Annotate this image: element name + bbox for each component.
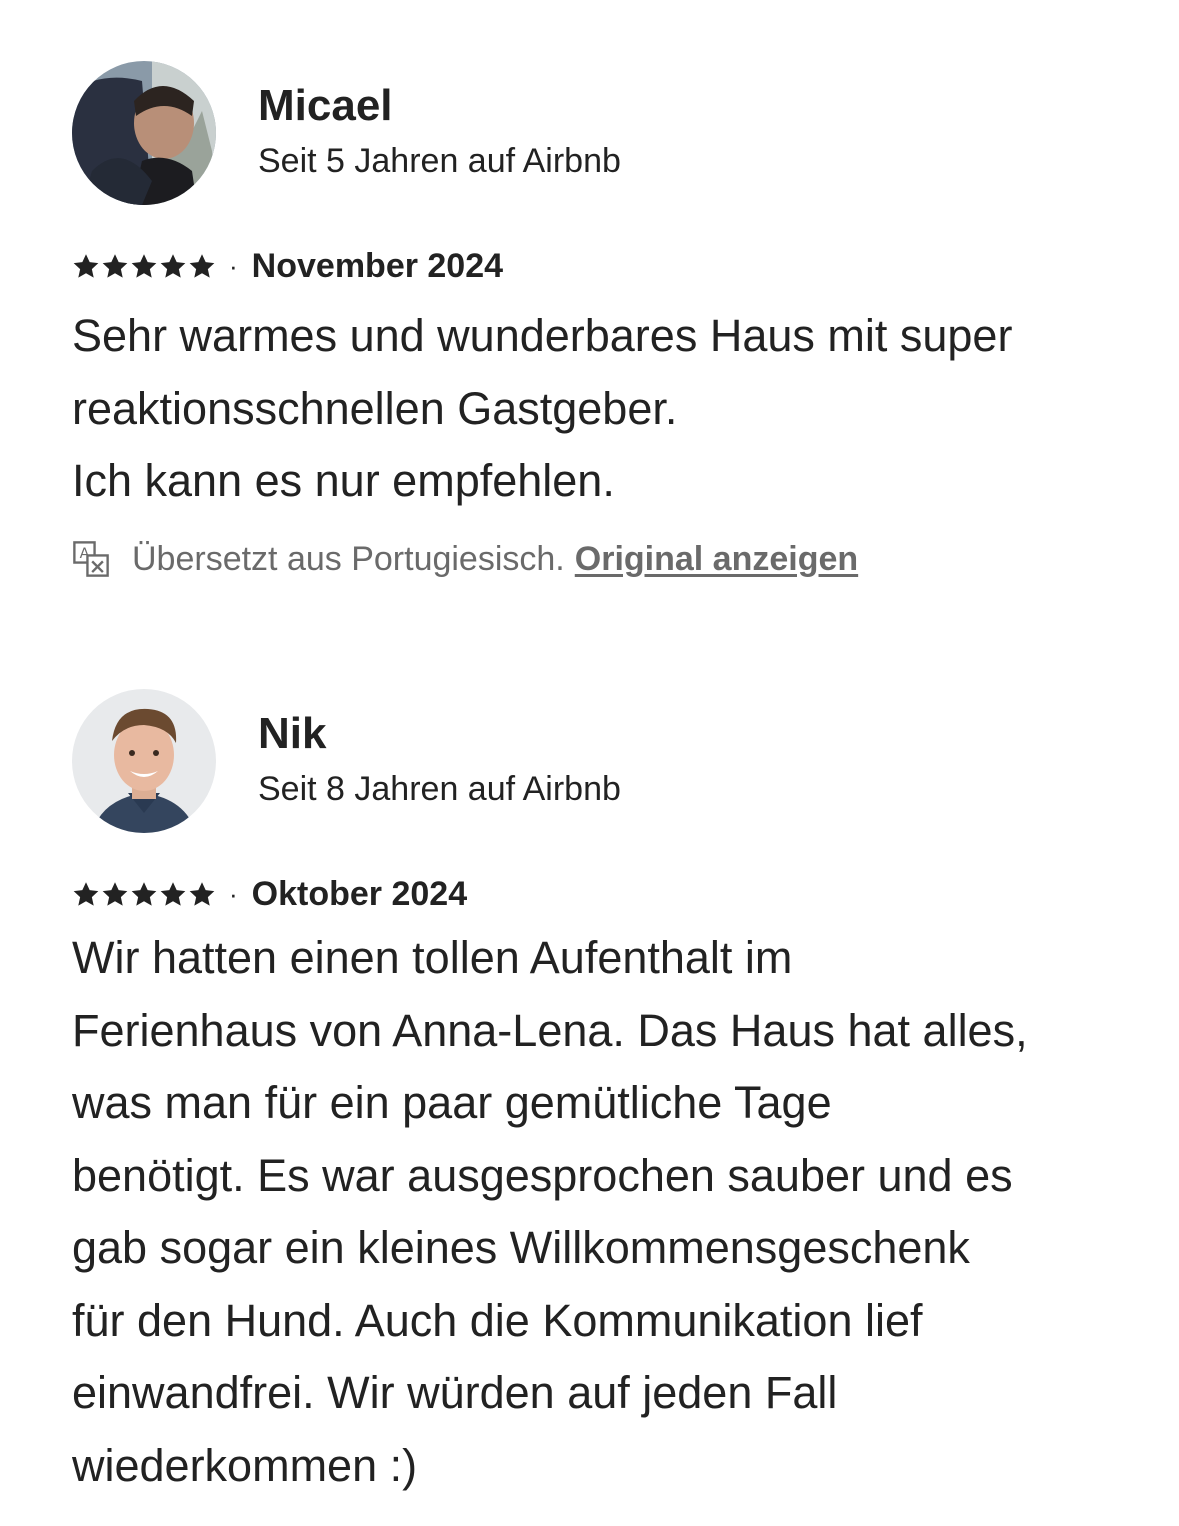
show-original-link[interactable]: Original anzeigen (575, 540, 858, 579)
review-date: Oktober 2024 (251, 874, 468, 913)
translate-icon: A (73, 541, 109, 577)
avatar-photo (72, 689, 216, 833)
star-icon (189, 882, 215, 906)
review-meta: · November 2024 (72, 246, 1122, 286)
member-since: Seit 8 Jahren auf Airbnb (258, 770, 621, 808)
meta-separator: · (229, 250, 238, 281)
member-since: Seit 5 Jahren auf Airbnb (258, 142, 621, 180)
star-rating (72, 880, 217, 908)
avatar[interactable] (72, 689, 216, 833)
star-icon (131, 882, 157, 906)
review-card: Nik Seit 8 Jahren auf Airbnb · Oktober 2… (72, 688, 1122, 1502)
review-meta: · Oktober 2024 (72, 874, 1122, 914)
star-icon (160, 882, 186, 906)
star-icon (102, 882, 128, 906)
review-header: Micael Seit 5 Jahren auf Airbnb (72, 60, 1122, 206)
star-rating (72, 252, 217, 280)
review-header: Nik Seit 8 Jahren auf Airbnb (72, 688, 1122, 834)
user-info: Nik Seit 8 Jahren auf Airbnb (258, 705, 621, 811)
meta-separator: · (229, 878, 238, 909)
translation-note: A Übersetzt aus Portugiesisch. Original … (72, 540, 1122, 579)
translation-label: Übersetzt aus Portugiesisch. (132, 539, 565, 578)
star-icon (160, 254, 186, 278)
review-card: Micael Seit 5 Jahren auf Airbnb · Novemb… (72, 60, 1122, 579)
avatar-photo (72, 61, 216, 205)
user-info: Micael Seit 5 Jahren auf Airbnb (258, 77, 621, 183)
review-text: Sehr warmes und wunderbares Haus mit sup… (72, 310, 1013, 506)
star-icon (131, 254, 157, 278)
star-icon (73, 254, 99, 278)
star-icon (189, 254, 215, 278)
reviewer-name: Nik (258, 709, 327, 758)
reviewer-name: Micael (258, 81, 393, 130)
review-text: Wir hatten einen tollen Aufenthalt im Fe… (72, 932, 1028, 1491)
review-date: November 2024 (251, 246, 504, 285)
star-icon (102, 254, 128, 278)
star-icon (73, 882, 99, 906)
avatar[interactable] (72, 61, 216, 205)
